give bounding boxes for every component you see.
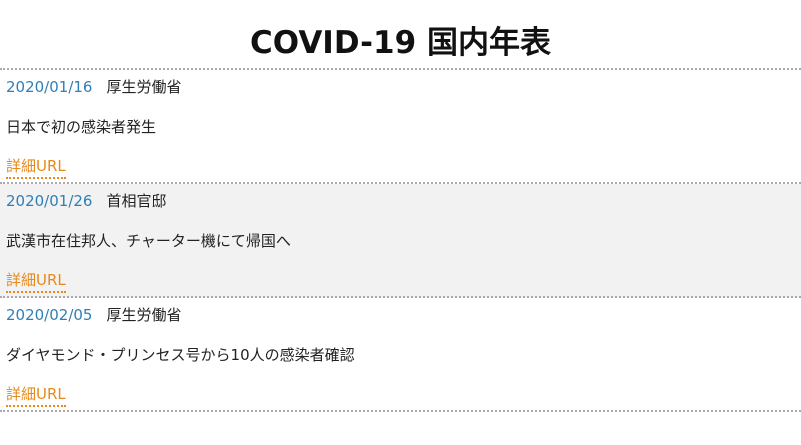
page-title: COVID-19 国内年表 xyxy=(250,25,551,61)
detail-url-link[interactable]: 詳細URL xyxy=(6,156,66,179)
detail-url-link[interactable]: 詳細URL xyxy=(6,384,66,407)
entry-link-row: 詳細URL xyxy=(6,156,801,179)
entry-meta: 2020/01/26 首相官邸 xyxy=(6,190,801,212)
entry-date: 2020/01/26 xyxy=(6,192,93,210)
entry-link-row: 詳細URL xyxy=(6,384,801,407)
entry-description: 武漢市在住邦人、チャーター機にて帰国へ xyxy=(6,232,291,250)
page: COVID-19 国内年表 2020/01/16 厚生労働省 日本で初の感染者発生… xyxy=(0,0,801,445)
entry-description: ダイヤモンド・プリンセス号から10人の感染者確認 xyxy=(6,346,355,364)
timeline-entry: 2020/02/05 厚生労働省 ダイヤモンド・プリンセス号から10人の感染者確認… xyxy=(0,298,801,412)
entry-link-row: 詳細URL xyxy=(6,270,801,293)
entry-meta: 2020/01/16 厚生労働省 xyxy=(6,76,801,98)
timeline-list: 2020/01/16 厚生労働省 日本で初の感染者発生 詳細URL 2020/01… xyxy=(0,68,801,412)
entry-description: 日本で初の感染者発生 xyxy=(6,118,157,136)
entry-meta: 2020/02/05 厚生労働省 xyxy=(6,304,801,326)
timeline-entry: 2020/01/26 首相官邸 武漢市在住邦人、チャーター機にて帰国へ 詳細URL xyxy=(0,184,801,298)
entry-source: 厚生労働省 xyxy=(106,78,182,96)
timeline-entry: 2020/01/16 厚生労働省 日本で初の感染者発生 詳細URL xyxy=(0,70,801,184)
entry-source: 厚生労働省 xyxy=(106,306,182,324)
entry-date: 2020/01/16 xyxy=(6,78,93,96)
entry-date: 2020/02/05 xyxy=(6,306,93,324)
detail-url-link[interactable]: 詳細URL xyxy=(6,270,66,293)
entry-source: 首相官邸 xyxy=(106,192,167,210)
